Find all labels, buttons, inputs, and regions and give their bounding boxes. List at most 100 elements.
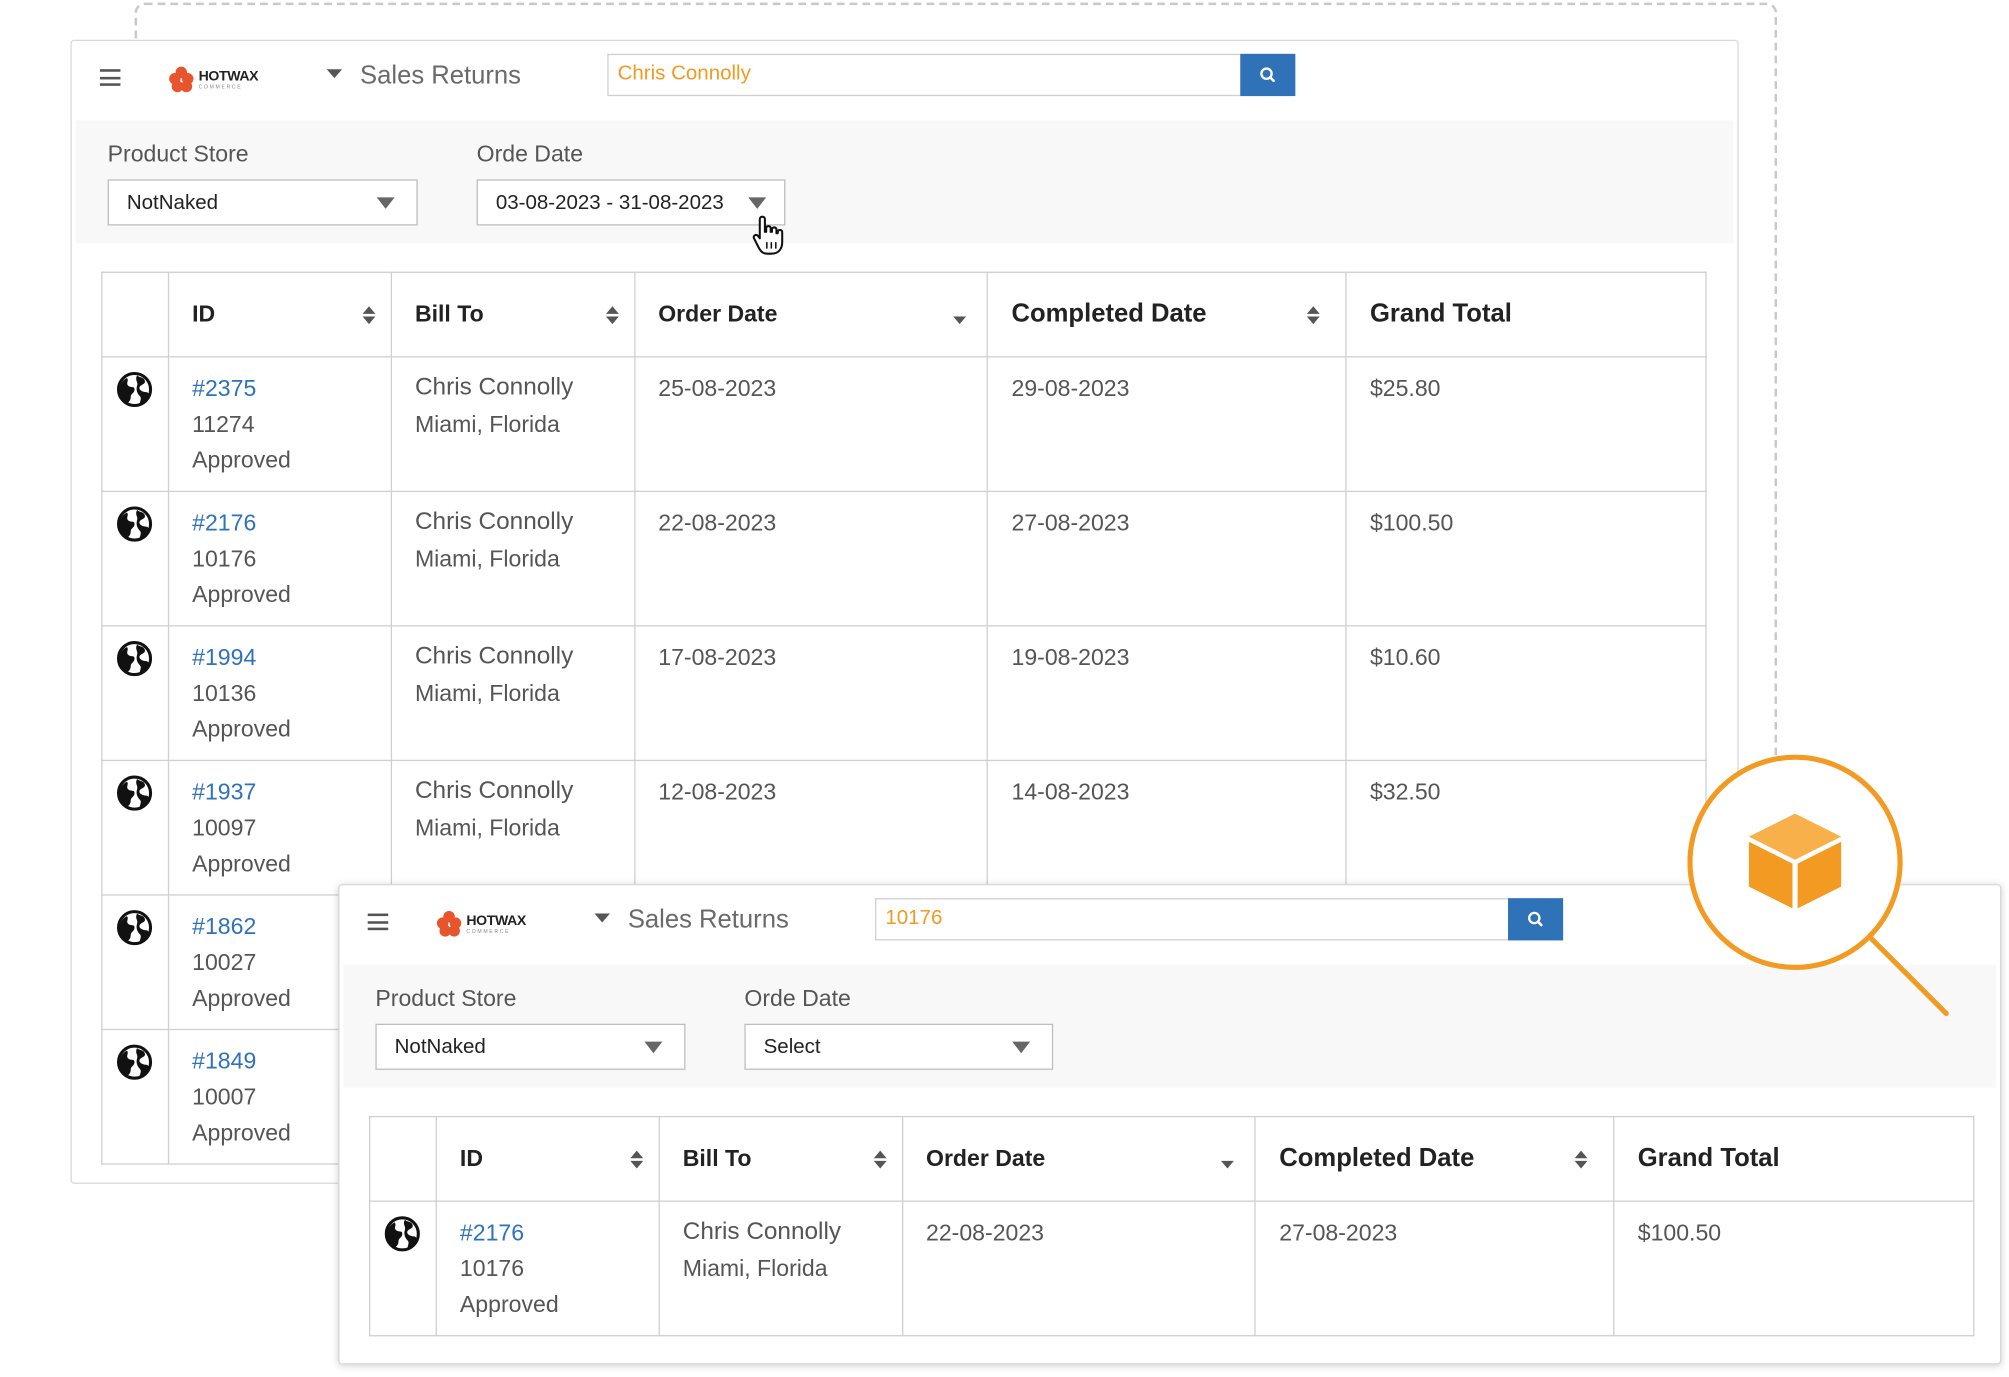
- order-date-cell: 17-08-2023: [633, 625, 989, 762]
- order-date-cell: 22-08-2023: [633, 490, 989, 627]
- sort-icon[interactable]: [1307, 306, 1320, 325]
- order-id-link[interactable]: #1937: [192, 774, 367, 810]
- completed-date-cell: 14-08-2023: [987, 759, 1347, 896]
- globe-icon: [116, 775, 153, 811]
- header-order-date[interactable]: Order Date: [633, 271, 989, 358]
- order-number: 10176: [192, 545, 257, 572]
- logo-word: HOTWAX: [466, 912, 526, 929]
- logo-word: HOTWAX: [198, 68, 259, 84]
- bill-to-location: Miami, Florida: [414, 411, 560, 437]
- order-id-link[interactable]: #2176: [192, 505, 367, 541]
- caret-down-icon[interactable]: [594, 913, 610, 923]
- bill-to-name: Chris Connolly: [414, 643, 574, 671]
- order-date-cell: 22-08-2023: [901, 1200, 1257, 1337]
- table-row[interactable]: #2375 11274 Approved Chris Connolly Miami, F…: [101, 356, 1707, 492]
- table-row[interactable]: #1937 10097 Approved Chris Connolly Miami, F…: [101, 759, 1707, 896]
- order-number: 10136: [192, 680, 257, 706]
- search-icon: [1528, 911, 1543, 927]
- order-id-link[interactable]: #1994: [192, 639, 367, 675]
- globe-icon: [384, 1216, 420, 1252]
- globe-icon: [116, 910, 153, 946]
- grand-total-cell: $10.60: [1345, 625, 1707, 762]
- sort-icon[interactable]: [362, 306, 376, 325]
- header-order-date[interactable]: Order Date: [901, 1115, 1257, 1202]
- header-bill-to[interactable]: Bill To: [390, 271, 636, 358]
- globe-icon: [116, 641, 153, 677]
- sort-icon[interactable]: [630, 1150, 644, 1170]
- grand-total-cell: $100.50: [1345, 490, 1707, 627]
- order-status: Approved: [459, 1291, 559, 1318]
- row-icon-cell: [369, 1200, 437, 1337]
- order-date-value: 03-08-2023 - 31-08-2023: [495, 192, 724, 214]
- sort-down-icon[interactable]: [1221, 1160, 1235, 1169]
- logo-subtitle: COMMERCE: [198, 82, 243, 90]
- bill-to-cell: Chris Connolly Miami, Florida: [658, 1200, 903, 1337]
- caret-down-icon[interactable]: [326, 69, 343, 79]
- hamburger-icon[interactable]: [367, 913, 389, 931]
- id-cell: #2375 11274 Approved: [167, 356, 392, 492]
- order-date-cell: 12-08-2023: [633, 759, 989, 896]
- header-icon-column: [369, 1115, 437, 1202]
- product-store-select[interactable]: NotNaked: [375, 1023, 686, 1070]
- bill-to-name: Chris Connolly: [414, 777, 574, 805]
- order-date-value: Select: [763, 1036, 821, 1059]
- grand-total-cell: $25.80: [1345, 356, 1707, 492]
- header-grand-total[interactable]: Grand Total: [1345, 271, 1707, 358]
- order-status: Approved: [192, 850, 291, 877]
- search-button[interactable]: [1508, 898, 1564, 941]
- order-date-select[interactable]: Select: [744, 1023, 1054, 1070]
- order-status: Approved: [192, 447, 291, 473]
- header-bill-to[interactable]: Bill To: [658, 1115, 903, 1202]
- table-header-row: ID Bill To Order Date Completed Date Gra…: [369, 1115, 1975, 1202]
- table-row[interactable]: #1994 10136 Approved Chris Connolly Miami, F…: [101, 625, 1707, 762]
- header-icon-column: [101, 271, 170, 358]
- search-button[interactable]: [1240, 53, 1296, 97]
- completed-date-cell: 27-08-2023: [987, 490, 1347, 627]
- hamburger-icon[interactable]: [99, 69, 121, 86]
- hotwax-logo: HOTWAX COMMERCE: [169, 64, 259, 95]
- bill-to-cell: Chris Connolly Miami, Florida: [390, 490, 636, 627]
- bill-to-name: Chris Connolly: [414, 508, 574, 536]
- row-icon-cell: [101, 894, 170, 1031]
- header-grand-total[interactable]: Grand Total: [1613, 1115, 1975, 1202]
- search-input[interactable]: 10176: [875, 898, 1509, 941]
- table-row[interactable]: #2176 10176 Approved Chris Connolly Miami, F…: [101, 490, 1707, 627]
- row-icon-cell: [101, 1028, 170, 1165]
- sort-icon[interactable]: [1574, 1150, 1588, 1170]
- order-date-select[interactable]: 03-08-2023 - 31-08-2023: [476, 179, 786, 226]
- header-completed-date[interactable]: Completed Date: [987, 271, 1347, 358]
- id-cell: #2176 10176 Approved: [435, 1200, 660, 1337]
- order-id-link[interactable]: #2375: [192, 370, 367, 406]
- completed-date-cell: 27-08-2023: [1254, 1200, 1615, 1337]
- chevron-down-icon: [748, 197, 767, 209]
- sort-icon[interactable]: [605, 306, 619, 325]
- row-icon-cell: [101, 759, 170, 896]
- sort-down-icon[interactable]: [953, 316, 967, 325]
- bill-to-cell: Chris Connolly Miami, Florida: [390, 356, 636, 492]
- orders-table: ID Bill To Order Date Completed Date Gra…: [369, 1115, 1975, 1337]
- order-date-cell: 25-08-2023: [633, 356, 989, 492]
- row-icon-cell: [101, 356, 170, 492]
- bill-to-cell: Chris Connolly Miami, Florida: [390, 625, 636, 762]
- order-status: Approved: [192, 716, 291, 742]
- product-store-value: NotNaked: [394, 1036, 486, 1059]
- order-number: 10176: [459, 1255, 525, 1282]
- row-icon-cell: [101, 490, 170, 627]
- header-completed-date[interactable]: Completed Date: [1254, 1115, 1615, 1202]
- table-header-row: ID Bill To Order Date Completed Date Gra…: [101, 271, 1707, 358]
- product-store-select[interactable]: NotNaked: [107, 179, 418, 226]
- sort-icon[interactable]: [873, 1150, 887, 1170]
- table-row[interactable]: #2176 10176 Approved Chris Connolly Miami, F…: [369, 1200, 1975, 1337]
- order-status: Approved: [192, 581, 291, 608]
- bill-to-name: Chris Connolly: [414, 374, 574, 402]
- order-number: 10097: [192, 814, 257, 841]
- header-id[interactable]: ID: [435, 1115, 660, 1202]
- search-icon: [1260, 67, 1275, 82]
- bill-to-cell: Chris Connolly Miami, Florida: [390, 759, 636, 896]
- order-id-link[interactable]: #2176: [460, 1215, 635, 1251]
- search-input[interactable]: Chris Connolly: [607, 53, 1241, 97]
- grand-total-cell: $32.50: [1345, 759, 1707, 896]
- globe-icon: [116, 506, 153, 542]
- header-id[interactable]: ID: [167, 271, 392, 358]
- bill-to-location: Miami, Florida: [414, 680, 560, 706]
